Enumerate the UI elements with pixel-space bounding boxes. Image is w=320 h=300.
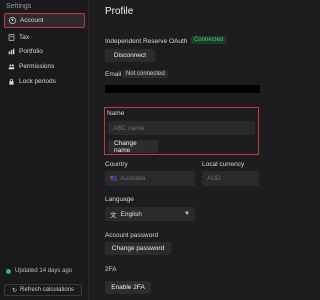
sidebar-title: Settings: [6, 3, 32, 10]
refresh-button[interactable]: ↻ Refresh calculations: [4, 284, 82, 296]
australia-flag-icon: [110, 176, 117, 181]
portfolio-icon: [8, 48, 15, 55]
email-redacted: [105, 85, 260, 93]
update-status-text: Updated 14 days ago: [15, 268, 73, 274]
change-name-button[interactable]: Change name: [108, 140, 158, 154]
language-value: English: [120, 210, 142, 218]
tax-icon: [8, 34, 15, 41]
oauth-label: Independent Reserve OAuth: [105, 38, 188, 45]
page-title: Profile: [105, 6, 134, 17]
country-select[interactable]: Australia: [105, 171, 195, 186]
lock-icon: [8, 78, 15, 85]
language-select[interactable]: 文 English ▼: [105, 207, 195, 221]
change-password-button[interactable]: Change password: [105, 242, 171, 255]
name-label: Name: [107, 110, 125, 117]
person-icon: [9, 17, 16, 24]
people-icon: [8, 63, 15, 70]
sidebar-item-tax[interactable]: Tax: [4, 30, 85, 45]
language-label: Language: [105, 196, 134, 203]
chevron-down-icon: ▼: [184, 211, 190, 217]
currency-label: Local currency: [202, 161, 245, 168]
email-label: Email: [105, 71, 122, 78]
sidebar-item-label: Account: [20, 17, 44, 24]
refresh-label: Refresh calculations: [20, 287, 75, 293]
password-label: Account password: [105, 232, 159, 239]
sidebar-item-label: Permissions: [19, 63, 55, 70]
sidebar-item-label: Portfolio: [19, 48, 43, 55]
twofa-label: 2FA: [105, 266, 117, 273]
enable-2fa-button[interactable]: Enable 2FA: [105, 281, 151, 294]
disconnect-button[interactable]: Disconnect: [105, 49, 155, 62]
email-status-badge: Not connected: [123, 70, 168, 78]
currency-select[interactable]: AUD: [202, 171, 259, 186]
sidebar-item-account[interactable]: Account: [4, 13, 85, 28]
sidebar-item-label: Tax: [19, 34, 30, 41]
country-label: Country: [105, 161, 128, 168]
sidebar-item-permissions[interactable]: Permissions: [4, 59, 85, 74]
sidebar-item-lock-periods[interactable]: Lock periods: [4, 74, 85, 89]
name-input[interactable]: ABC name: [108, 121, 255, 135]
country-value: Australia: [120, 175, 146, 182]
translate-icon: 文: [110, 212, 117, 219]
refresh-icon: ↻: [11, 287, 17, 294]
sidebar: Settings Account Tax Portfolio Permissio…: [0, 0, 89, 300]
update-status: Updated 14 days ago: [6, 268, 72, 274]
oauth-status-badge: Connected: [191, 36, 227, 44]
status-dot-icon: [6, 268, 11, 274]
sidebar-item-portfolio[interactable]: Portfolio: [4, 44, 85, 59]
main-panel: Profile Independent Reserve OAuth Connec…: [89, 0, 276, 300]
sidebar-item-label: Lock periods: [19, 78, 56, 85]
